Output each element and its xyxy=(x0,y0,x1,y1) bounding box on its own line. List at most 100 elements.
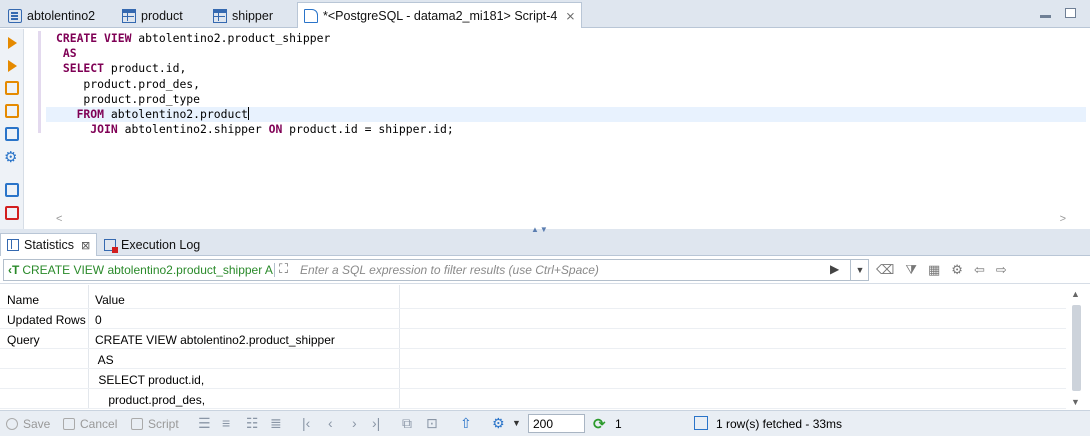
chevron-down-icon[interactable]: ▼ xyxy=(512,418,521,428)
filter-input[interactable] xyxy=(300,261,820,279)
row-value-cell[interactable]: SELECT product.id, xyxy=(95,373,204,387)
export-icon[interactable] xyxy=(5,183,19,197)
vertical-scrollbar[interactable]: ▲ ▼ xyxy=(1066,285,1086,409)
row-value-cell[interactable]: CREATE VIEW abtolentino2.product_shipper xyxy=(95,333,335,347)
back-icon[interactable]: ⇦ xyxy=(974,262,985,278)
column-header[interactable]: Name xyxy=(7,293,39,307)
explain-plan-icon[interactable] xyxy=(5,127,19,141)
last-page-icon[interactable]: ›| xyxy=(372,415,380,431)
column-header[interactable]: Value xyxy=(95,293,125,307)
table-row[interactable]: SELECT product.id, xyxy=(0,369,1080,389)
grid-header-row: Name Value xyxy=(0,289,1080,309)
script-label: Script xyxy=(148,417,179,431)
expand-icon[interactable]: ⛶ xyxy=(279,261,288,277)
cancel-label: Cancel xyxy=(80,417,118,431)
export-data-icon[interactable]: ⇧ xyxy=(460,415,472,432)
tab-product[interactable]: product xyxy=(116,3,189,28)
code-line[interactable]: product.prod_des, xyxy=(46,77,1086,92)
scroll-down-icon[interactable]: ▼ xyxy=(1071,397,1080,407)
minimize-icon[interactable] xyxy=(1040,15,1051,18)
row-name-cell[interactable]: Updated Rows xyxy=(7,313,86,327)
results-tab-bar: Statistics ⊠ Execution Log xyxy=(0,233,1090,256)
apply-filter-icon[interactable]: ▶ xyxy=(830,262,839,276)
code-line[interactable]: SELECT product.id, xyxy=(46,61,1086,76)
statistics-icon xyxy=(7,239,19,251)
table-icon xyxy=(122,8,136,23)
code-line[interactable]: JOIN abtolentino2.shipper ON product.id … xyxy=(46,122,1086,137)
edit-row-icon[interactable]: ☰ xyxy=(198,415,211,432)
forward-icon[interactable]: ⇨ xyxy=(996,262,1007,278)
filter-icon[interactable]: ⧩ xyxy=(905,262,917,278)
query-label[interactable]: ‹T CREATE VIEW abtolentino2.product_shipp… xyxy=(8,263,273,277)
table-row[interactable]: AS xyxy=(0,349,1080,369)
table-row[interactable]: Query CREATE VIEW abtolentino2.product_sh… xyxy=(0,329,1080,349)
save-button[interactable]: Save xyxy=(6,417,50,431)
sql-keyword: FROM xyxy=(76,106,105,121)
horizontal-scrollbar[interactable]: < > xyxy=(56,213,1066,227)
tab-abtolentino2[interactable]: abtolentino2 xyxy=(2,3,101,28)
show-log-icon[interactable] xyxy=(5,206,19,220)
execute-script-new-tab-icon[interactable] xyxy=(5,104,19,118)
code-line[interactable]: product.prod_type xyxy=(46,92,1086,107)
code-token: abtolentino2.shipper xyxy=(117,122,269,137)
close-tab-icon[interactable]: ⊠ xyxy=(81,239,90,252)
tab-statistics[interactable]: Statistics ⊠ xyxy=(0,233,98,256)
tab-shipper[interactable]: shipper xyxy=(207,3,279,28)
gear-icon[interactable]: ⚙ xyxy=(4,150,18,165)
scrollbar-thumb[interactable] xyxy=(1072,305,1081,391)
scroll-up-icon[interactable]: ▲ xyxy=(1071,289,1080,299)
editor-tab-bar: abtolentino2 product shipper *<PostgreSQ… xyxy=(0,0,1090,28)
row-value-cell[interactable]: AS xyxy=(95,353,114,367)
cancel-button[interactable]: Cancel xyxy=(63,417,117,431)
code-line[interactable]: FROM abtolentino2.product xyxy=(46,106,1086,123)
tab-execution-log[interactable]: Execution Log xyxy=(98,233,206,256)
eraser-icon[interactable]: ⌫ xyxy=(876,262,894,278)
code-area[interactable]: CREATE VIEW abtolentino2.product_shipper… xyxy=(46,31,1086,137)
script-button[interactable]: Script xyxy=(131,417,179,431)
delete-row-icon[interactable]: ≣ xyxy=(270,415,282,432)
maximize-icon[interactable] xyxy=(1065,8,1076,18)
filter-history-dropdown-icon[interactable]: ▼ xyxy=(850,260,869,280)
fetch-all-icon[interactable]: ⊡ xyxy=(426,415,438,432)
code-line[interactable]: CREATE VIEW abtolentino2.product_shipper xyxy=(46,31,1086,46)
execute-statement-icon[interactable] xyxy=(8,37,17,49)
panels-icon[interactable]: ⚙ xyxy=(951,262,963,278)
table-row[interactable]: product.prod_des, xyxy=(0,389,1080,409)
filter-bar: ‹T CREATE VIEW abtolentino2.product_shipp… xyxy=(0,257,1090,284)
row-name-cell[interactable]: Query xyxy=(7,333,40,347)
first-page-icon[interactable]: |‹ xyxy=(302,415,310,431)
scroll-right-icon[interactable]: > xyxy=(1060,213,1066,225)
next-page-icon[interactable]: › xyxy=(352,415,357,431)
save-icon xyxy=(6,418,18,430)
row-value-cell[interactable]: 0 xyxy=(95,313,102,327)
fetch-size-input[interactable] xyxy=(528,414,585,433)
divider xyxy=(274,263,275,277)
execute-script-icon[interactable] xyxy=(5,81,19,95)
code-token: product.id, xyxy=(104,61,187,76)
sql-keyword: AS xyxy=(62,46,77,61)
execute-in-new-tab-icon[interactable] xyxy=(8,60,17,72)
query-label-text: CREATE VIEW abtolentino2.product_shipper… xyxy=(22,263,273,277)
copy-row-icon[interactable]: ☷ xyxy=(246,415,259,432)
gear-icon[interactable]: ⚙ xyxy=(492,415,505,432)
fetch-next-icon[interactable]: ⧉ xyxy=(402,415,412,432)
sql-editor[interactable]: ⚙ CREATE VIEW abtolentino2.product_shipp… xyxy=(0,29,1090,229)
row-value-cell[interactable]: product.prod_des, xyxy=(95,393,205,407)
close-tab-icon[interactable]: ⨯ xyxy=(565,9,575,23)
sql-keyword: SELECT xyxy=(62,61,105,76)
sql-keyword: ON xyxy=(268,122,283,137)
results-grid[interactable]: Name Value Updated Rows 0 Query CREATE VIEW a… xyxy=(0,285,1080,409)
tab-script-4[interactable]: *<PostgreSQL - datama2_mi181> Script-4 ⨯ xyxy=(297,2,583,28)
refresh-icon[interactable]: ⟳ xyxy=(593,415,606,433)
script-icon xyxy=(131,418,143,430)
add-row-icon[interactable]: ≡ xyxy=(222,415,230,431)
code-line[interactable]: AS xyxy=(46,46,1086,61)
scroll-left-icon[interactable]: < xyxy=(56,213,62,225)
sql-keyword: CREATE VIEW xyxy=(56,31,132,45)
grid-settings-icon[interactable]: ▦ xyxy=(928,262,940,278)
table-row[interactable]: Updated Rows 0 xyxy=(0,309,1080,329)
previous-page-icon[interactable]: ‹ xyxy=(328,415,333,431)
